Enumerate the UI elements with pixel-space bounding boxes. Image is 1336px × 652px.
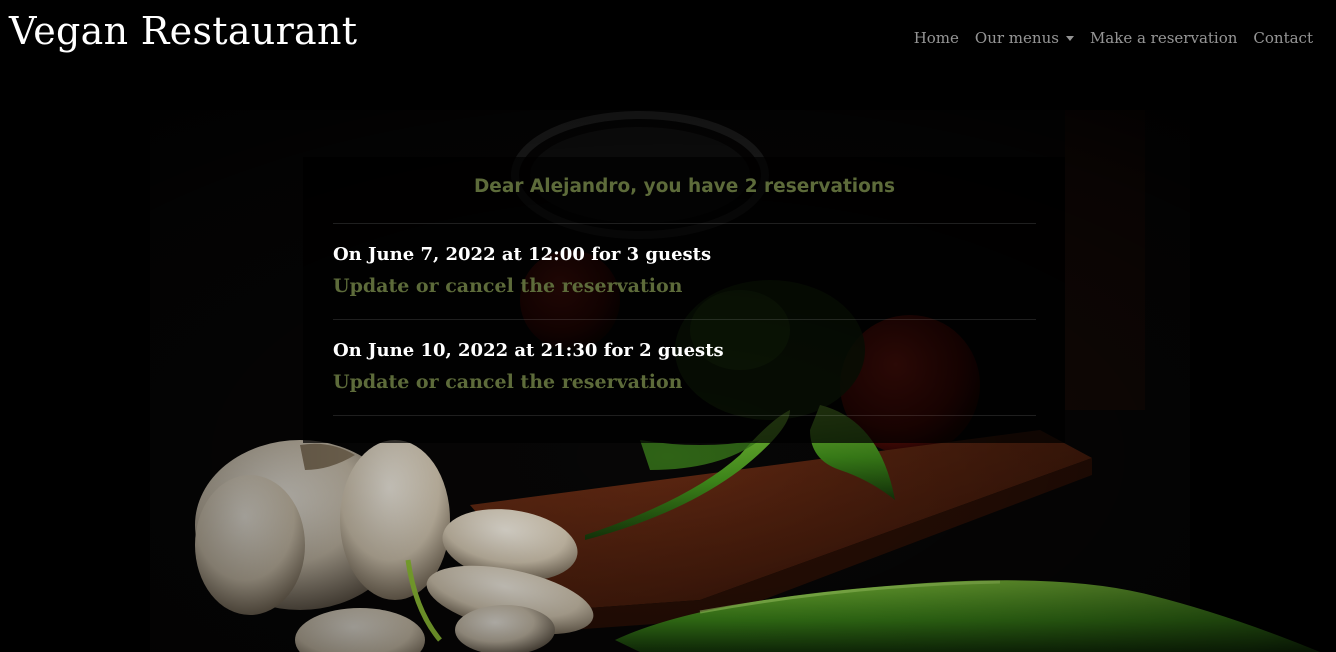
navbar: Vegan Restaurant Home Our menus Make a r… <box>0 0 1336 76</box>
nav-menus-label: Our menus <box>974 29 1059 47</box>
caret-down-icon <box>1065 35 1074 41</box>
reservations-list: Dear Alejandro, you have 2 reservations … <box>333 157 1036 416</box>
nav-home-link[interactable]: Home <box>906 28 967 48</box>
nav-links: Home Our menus Make a reservation Contac… <box>906 28 1321 48</box>
reservation-date: On June 10, 2022 at 21:30 for 2 guests <box>333 340 724 361</box>
page: Vegan Restaurant Home Our menus Make a r… <box>0 0 1336 652</box>
brand-logo-link[interactable]: Vegan Restaurant <box>9 9 357 53</box>
reservations-greeting: Dear Alejandro, you have 2 reservations <box>333 176 1036 224</box>
reservation-date: On June 7, 2022 at 12:00 for 3 guests <box>333 244 712 265</box>
nav-menus-dropdown[interactable]: Our menus <box>967 28 1082 48</box>
reservations-panel: Dear Alejandro, you have 2 reservations … <box>303 157 1065 443</box>
reservation-item: On June 7, 2022 at 12:00 for 3 guests Up… <box>333 224 1036 320</box>
update-cancel-reservation-link[interactable]: Update or cancel the reservation <box>333 275 682 297</box>
nav-reservation-link[interactable]: Make a reservation <box>1082 28 1245 48</box>
reservation-item: On June 10, 2022 at 21:30 for 2 guests U… <box>333 320 1036 416</box>
update-cancel-reservation-link[interactable]: Update or cancel the reservation <box>333 371 682 393</box>
nav-contact-link[interactable]: Contact <box>1245 28 1321 48</box>
